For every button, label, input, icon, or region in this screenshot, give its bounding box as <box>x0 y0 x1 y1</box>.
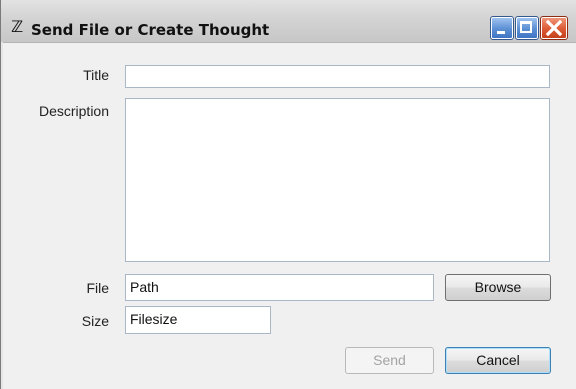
file-path-input[interactable]: Path <box>125 274 434 301</box>
close-button[interactable] <box>540 16 568 40</box>
close-icon <box>546 20 562 36</box>
file-label: File <box>86 280 109 296</box>
title-input[interactable] <box>125 65 550 88</box>
maximize-icon <box>520 21 532 33</box>
window-border <box>1 42 3 389</box>
title-label: Title <box>83 67 109 83</box>
window-title: Send File or Create Thought <box>31 21 270 39</box>
maximize-button[interactable] <box>515 16 539 40</box>
send-file-dialog: ℤ Send File or Create Thought Title Desc… <box>0 0 576 389</box>
file-size-field: Filesize <box>125 306 271 334</box>
title-bar[interactable]: ℤ Send File or Create Thought <box>1 0 576 43</box>
minimize-button[interactable] <box>490 16 514 40</box>
description-textarea[interactable] <box>125 98 550 262</box>
description-label: Description <box>38 103 109 119</box>
app-logo-icon: ℤ <box>11 17 24 36</box>
cancel-button[interactable]: Cancel <box>445 347 551 374</box>
size-label: Size <box>81 313 109 329</box>
send-button[interactable]: Send <box>345 347 434 374</box>
minimize-icon <box>497 31 505 34</box>
browse-button[interactable]: Browse <box>445 274 551 301</box>
